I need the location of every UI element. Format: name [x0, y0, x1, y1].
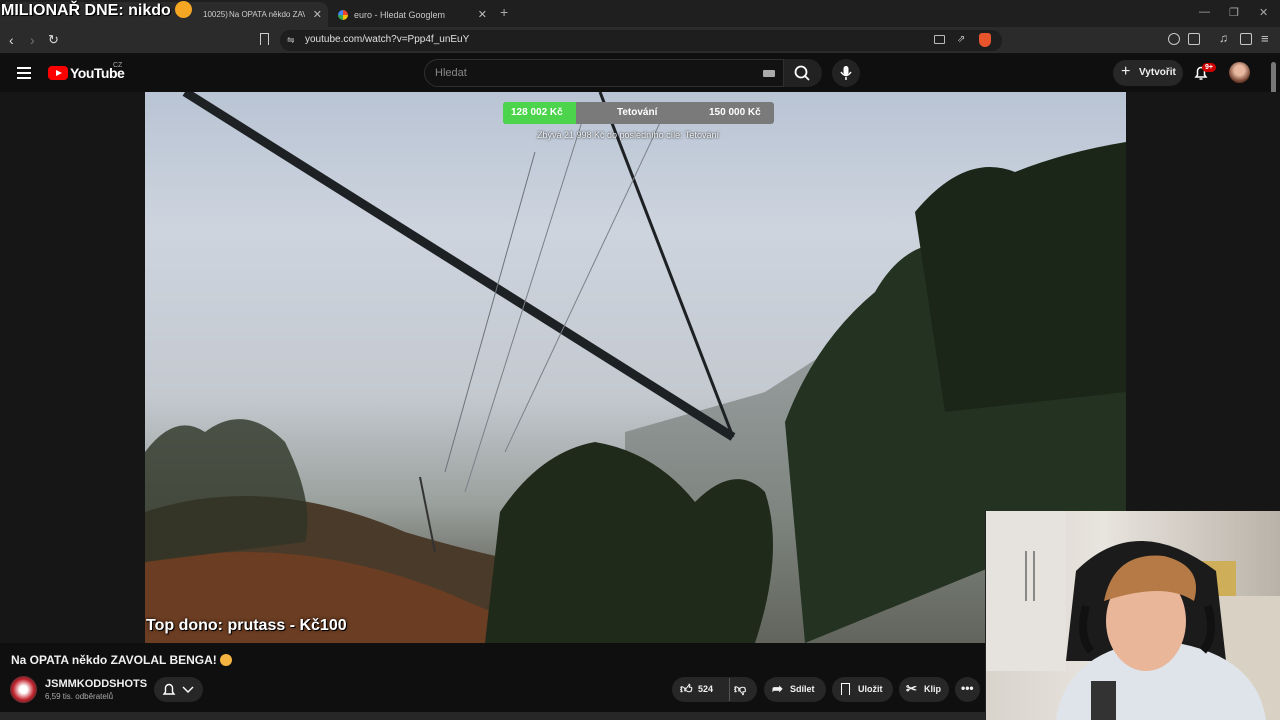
goal-remaining-text: Zbývá 21 998 Kč do posledního cíle: Teto… [537, 130, 719, 140]
save-bookmark-icon [841, 683, 850, 695]
tab-google-search[interactable]: euro - Hledat Googlem ✕ [330, 2, 493, 27]
site-info-icon[interactable]: ⇋ [287, 35, 295, 46]
video-player[interactable] [145, 92, 1126, 643]
search-input[interactable]: Hledat [435, 67, 467, 79]
bell-icon [162, 683, 194, 695]
url-text: youtube.com/watch?v=Ppp4f_unEuY [305, 34, 470, 45]
minimize-icon[interactable]: — [1199, 6, 1210, 18]
new-tab-button[interactable]: + [500, 4, 508, 20]
subscriber-count: 6,59 tis. odběratelů [45, 692, 114, 701]
back-icon[interactable]: ‹ [9, 32, 14, 48]
like-dislike-group: 👍︎ 524 👎︎ [672, 677, 757, 702]
account-avatar[interactable] [1229, 62, 1250, 83]
search-button[interactable] [784, 59, 822, 87]
hamburger-menu-icon[interactable] [17, 67, 31, 79]
microphone-icon [840, 66, 852, 80]
like-button[interactable]: 👍︎ [680, 682, 693, 697]
save-button[interactable]: Uložit [832, 677, 893, 702]
create-button[interactable]: + Vytvořit [1113, 60, 1183, 86]
share-button[interactable]: ➦ Sdílet [764, 677, 826, 702]
search-box[interactable]: Hledat [424, 59, 784, 87]
video-title: Na OPATA někdo ZAVOLAL BENGA! [11, 653, 232, 667]
google-favicon-icon [338, 9, 348, 20]
save-label: Uložit [858, 684, 883, 694]
brave-shield-icon[interactable] [979, 33, 991, 47]
donation-goal-bar: 128 002 Kč Tetování 150 000 Kč [503, 102, 774, 124]
stream-overlay-title: MILIONAŘ DNE: nikdo [1, 1, 192, 20]
keyboard-icon[interactable] [763, 70, 775, 77]
forward-icon[interactable]: › [30, 32, 35, 48]
subscription-notifications-button[interactable] [154, 677, 203, 702]
below-video-divider [0, 712, 985, 720]
restore-icon[interactable]: ❐ [1229, 6, 1239, 19]
share-label: Sdílet [790, 684, 815, 694]
webcam-scene [986, 511, 1280, 720]
dislike-button[interactable]: 👎︎ [734, 682, 746, 697]
close-window-icon[interactable]: ✕ [1259, 6, 1268, 19]
flushed-emoji-icon [219, 654, 232, 666]
share-arrow-icon: ➦ [772, 681, 783, 696]
share-page-icon[interactable]: ⇗ [957, 34, 965, 45]
extensions-icon[interactable] [1168, 33, 1180, 45]
top-donor-text: Top dono: prutass - Kč100 [146, 617, 347, 634]
tab-title: euro - Hledat Googlem [354, 9, 446, 20]
youtube-logo-icon[interactable] [48, 66, 68, 80]
scissors-icon: ✂ [906, 681, 917, 696]
more-actions-button[interactable]: ••• [955, 677, 980, 702]
goal-name: Tetování [617, 107, 658, 118]
channel-name[interactable]: JSMMKODDSHOTS [45, 678, 147, 690]
browser-tab-strip: 10025) Na OPATA někdo ZAV ✕ euro - Hleda… [0, 0, 1280, 27]
plus-icon: + [1121, 63, 1131, 80]
more-horizontal-icon: ••• [961, 681, 974, 695]
browser-toolbar: ‹ › ↻ ⇋ youtube.com/watch?v=Ppp4f_unEuY … [0, 27, 1280, 54]
streamer-webcam [985, 511, 1280, 720]
video-frame-scene [145, 92, 1126, 643]
browser-menu-icon[interactable]: ≡ [1261, 31, 1269, 46]
bookmark-icon[interactable] [260, 33, 269, 45]
address-bar[interactable]: ⇋ youtube.com/watch?v=Ppp4f_unEuY ⇗ [280, 30, 1002, 51]
goal-current-amount: 128 002 Kč [511, 107, 563, 118]
tab-search-icon[interactable] [1188, 33, 1200, 45]
like-count: 524 [698, 684, 714, 694]
channel-avatar[interactable] [10, 676, 37, 703]
video-title-text: Na OPATA někdo ZAVOLAL BENGA! [11, 653, 217, 667]
clip-label: Klip [924, 684, 941, 694]
clip-button[interactable]: ✂ Klip [899, 677, 949, 702]
goal-target-amount: 150 000 Kč [709, 107, 761, 118]
sidebar-toggle-icon[interactable] [1240, 33, 1252, 45]
media-control-icon[interactable]: ♫ [1219, 31, 1228, 45]
create-label: Vytvořit [1139, 67, 1176, 78]
tab-title: Na OPATA někdo ZAV [229, 10, 305, 19]
pensive-emoji-icon [174, 1, 192, 18]
tab-title-prefix: 10025) [203, 10, 228, 19]
reload-icon[interactable]: ↻ [48, 32, 59, 48]
close-tab-icon[interactable]: ✕ [313, 8, 322, 21]
voice-search-button[interactable] [832, 59, 860, 87]
country-code: CZ [113, 62, 123, 69]
like-divider [729, 678, 730, 701]
overlay-title-text: MILIONAŘ DNE: nikdo [1, 2, 171, 19]
close-tab-icon[interactable]: ✕ [478, 8, 487, 21]
youtube-header: YouTube CZ Hledat + Vytvořit 9+ [0, 54, 1280, 92]
notification-badge: 9+ [1202, 63, 1216, 72]
search-icon [794, 65, 810, 81]
cast-icon[interactable] [934, 35, 945, 44]
